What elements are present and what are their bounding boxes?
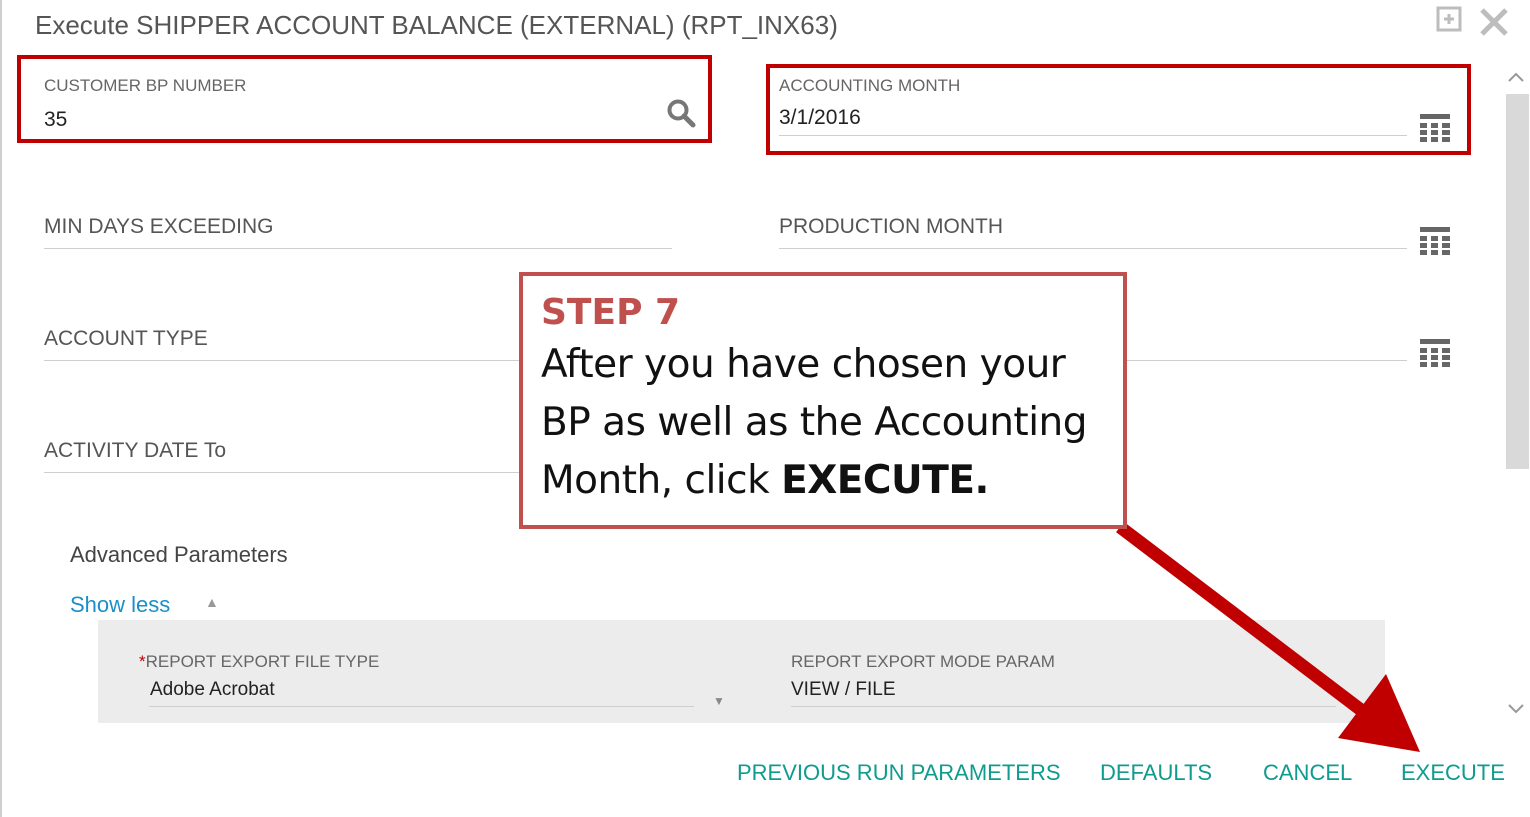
step-callout: STEP 7 After you have chosen your BP as … [519, 272, 1127, 529]
callout-line-3-bold: EXECUTE. [781, 458, 989, 503]
callout-line-1: After you have chosen your [541, 342, 1066, 387]
callout-line-3: Month, click EXECUTE. [541, 452, 1105, 510]
execute-report-dialog: Execute SHIPPER ACCOUNT BALANCE (EXTERNA… [0, 0, 1530, 817]
callout-line-3-prefix: Month, click [541, 458, 782, 503]
callout-line-2: BP as well as the Accounting [541, 400, 1088, 445]
callout-step-label: STEP 7 [541, 292, 681, 333]
